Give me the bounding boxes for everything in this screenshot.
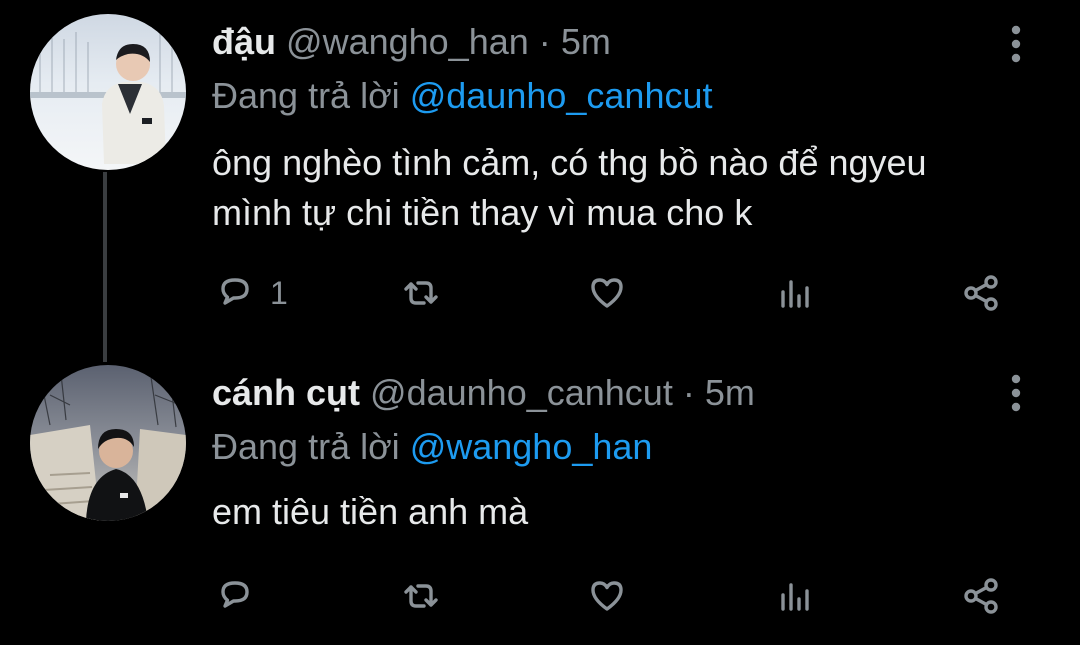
more-icon[interactable] [998,371,1034,415]
views-icon [781,280,809,308]
timestamp[interactable]: 5m [561,21,611,62]
display-name[interactable]: cánh cụt [212,372,360,413]
tweet[interactable]: đậu @wangho_han · 5m Đang trả lời @daunh… [0,0,1080,345]
tweet-text: em tiêu tiền anh mà [212,487,1052,537]
like-button[interactable] [584,268,630,318]
display-name[interactable]: đậu [212,21,276,62]
more-icon[interactable] [998,22,1034,66]
user-handle[interactable]: @daunho_canhcut [370,372,673,413]
share-icon [964,578,998,614]
separator-dot: · [538,21,551,62]
action-bar: 1 [212,268,1042,318]
views-icon [781,583,809,611]
user-handle[interactable]: @wangho_han [286,21,529,62]
tweet-header: đậu @wangho_han · 5m [212,18,611,66]
separator-dot: · [682,372,695,413]
like-icon [591,278,623,308]
tweet-text-line: em tiêu tiền anh mà [212,491,529,532]
views-button[interactable] [772,268,818,318]
reply-button[interactable] [212,571,270,621]
share-button[interactable] [958,268,1004,318]
reply-icon [221,581,249,608]
tweet-header: cánh cụt @daunho_canhcut · 5m [212,369,755,417]
retweet-icon [404,281,438,305]
like-button[interactable] [584,571,630,621]
share-button[interactable] [958,571,1004,621]
action-bar [212,571,1042,621]
retweet-button[interactable] [398,571,444,621]
avatar[interactable] [30,365,186,521]
reply-button[interactable]: 1 [212,268,288,318]
like-icon [591,581,623,611]
tweet-text-line: ông nghèo tình cảm, có thg bồ nào để ngy… [212,142,927,183]
replying-to-label: Đang trả lời [212,75,400,116]
replying-to-mention[interactable]: @daunho_canhcut [410,75,713,116]
replying-to-mention[interactable]: @wangho_han [410,426,653,467]
replying-to: Đang trả lời @wangho_han [212,423,652,471]
share-icon [964,275,998,311]
replying-to-label: Đang trả lời [212,426,400,467]
replying-to: Đang trả lời @daunho_canhcut [212,72,713,120]
retweet-icon [404,584,438,608]
tweet-text: ông nghèo tình cảm, có thg bồ nào để ngy… [212,138,1052,238]
reply-count: 1 [270,274,288,311]
reply-icon [221,278,249,305]
timestamp[interactable]: 5m [705,372,755,413]
avatar[interactable] [30,14,186,170]
retweet-button[interactable] [398,268,444,318]
tweet-text-line: mình tự chi tiền thay vì mua cho k [212,192,753,233]
views-button[interactable] [772,571,818,621]
tweet[interactable]: cánh cụt @daunho_canhcut · 5m Đang trả l… [0,345,1080,645]
